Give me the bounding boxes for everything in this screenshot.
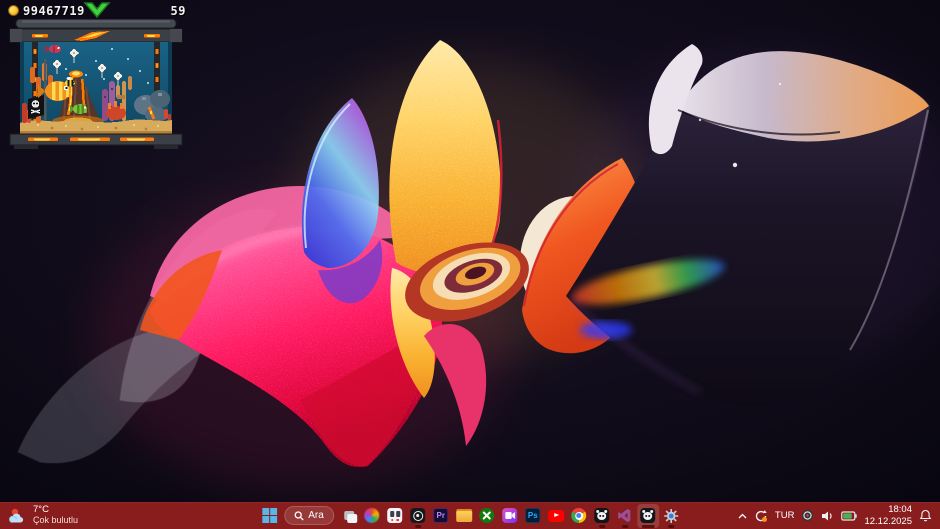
taskbar-icon-panda-game[interactable]	[591, 504, 613, 528]
chevron-down-icon[interactable]	[83, 2, 111, 24]
running-indicator	[415, 525, 421, 528]
search-icon	[294, 511, 304, 521]
youtube-icon	[548, 510, 564, 522]
windows-logo-icon	[262, 508, 277, 523]
volume-button[interactable]	[821, 510, 834, 522]
photoshop-icon: Ps	[525, 508, 540, 523]
copilot-icon	[364, 508, 379, 523]
clipchamp-icon	[502, 508, 517, 523]
visual-studio-icon	[617, 508, 632, 523]
running-indicator	[599, 525, 605, 528]
coin-count: 99467719	[23, 4, 85, 18]
taskbar-icon-clipchamp[interactable]	[499, 504, 521, 528]
tray-app-button[interactable]	[801, 509, 814, 522]
taskbar-icon-youtube[interactable]	[545, 504, 567, 528]
desktop: 99467719 59	[0, 0, 940, 502]
running-indicator	[622, 525, 628, 528]
battery-icon	[841, 511, 857, 521]
panda-game-icon	[594, 508, 609, 523]
taskbar-icon-panda-game-active[interactable]	[637, 504, 659, 528]
cloud-with-alert-icon	[8, 507, 28, 525]
volume-icon	[821, 510, 834, 522]
weather-widget[interactable]: 7°C Çok bulutlu	[0, 502, 86, 529]
gear-app-icon	[663, 508, 679, 524]
sync-update-icon	[754, 509, 768, 523]
taskbar-icon-visual-studio[interactable]	[614, 504, 636, 528]
taskbar-icon-copilot[interactable]	[361, 504, 383, 528]
taskbar-icon-chrome[interactable]	[568, 504, 590, 528]
clock-date: 12.12.2025	[864, 516, 912, 527]
game-score-bar: 99467719 59	[8, 2, 186, 19]
taskbar-icon-gear-app[interactable]	[660, 504, 682, 528]
search-box[interactable]: Ara	[284, 506, 334, 525]
premiere-pro-icon: Pr	[433, 508, 448, 523]
active-running-indicator	[641, 525, 654, 528]
coin-icon	[8, 5, 19, 16]
task-view-icon	[341, 508, 357, 524]
search-label: Ara	[308, 510, 324, 521]
taskbar-icon-premiere[interactable]: Pr	[430, 504, 452, 528]
battery-button[interactable]	[841, 511, 857, 521]
hidden-icons-button[interactable]	[738, 513, 747, 519]
language-indicator[interactable]: TUR	[775, 510, 795, 521]
task-view-button[interactable]	[338, 504, 360, 528]
update-tray-button[interactable]	[754, 509, 768, 523]
panda-game-icon	[640, 508, 655, 523]
aquarium-game-widget[interactable]: 99467719 59	[8, 2, 186, 150]
weather-condition: Çok bulutlu	[33, 516, 78, 526]
taskbar-icon-obs[interactable]	[407, 504, 429, 528]
taskbar-icon-photoshop[interactable]: Ps	[522, 504, 544, 528]
chrome-icon	[571, 508, 586, 523]
file-explorer-icon	[456, 509, 472, 522]
clock[interactable]: 18:04 12.12.2025	[864, 504, 912, 527]
running-indicator	[668, 525, 674, 528]
system-tray: TUR 18:04 12.12.2025	[738, 502, 940, 529]
chevron-up-icon	[738, 513, 747, 519]
taskbar-icon-explorer[interactable]	[453, 504, 475, 528]
bell-icon	[919, 509, 932, 522]
taskbar-center: Ara Pr	[258, 502, 682, 529]
notification-button[interactable]	[919, 509, 932, 522]
tray-app-icon	[801, 509, 814, 522]
taskbar-icon-xbox[interactable]	[476, 504, 498, 528]
white-window-app-icon	[387, 508, 402, 523]
aquarium-tank	[8, 19, 186, 150]
start-button[interactable]	[258, 504, 280, 528]
obs-studio-icon	[410, 508, 425, 523]
counter-value: 59	[171, 4, 186, 18]
clock-time: 18:04	[888, 504, 912, 515]
taskbar: 7°C Çok bulutlu Ara	[0, 502, 940, 529]
xbox-icon	[479, 508, 494, 523]
taskbar-icon-white-window-app[interactable]	[384, 504, 406, 528]
